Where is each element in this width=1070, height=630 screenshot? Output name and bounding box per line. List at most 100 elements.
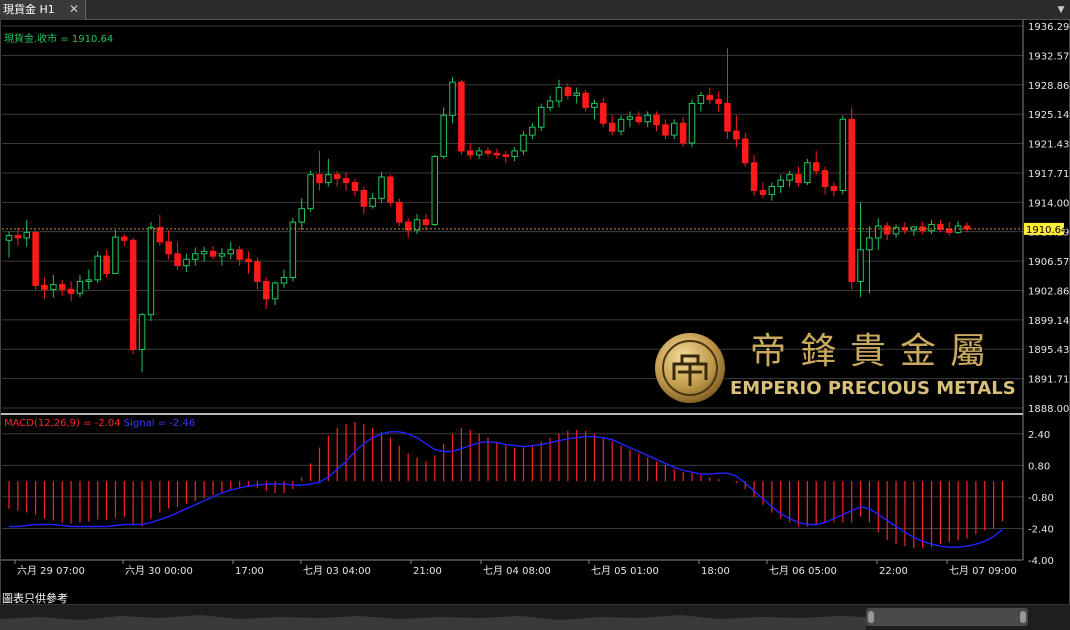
candle-body [325,174,332,184]
candle-body [821,170,829,188]
candle-body [342,178,350,184]
candle-body [928,223,935,232]
candle-body [85,279,93,282]
candle-body [58,284,66,290]
macd-legend-label: MACD(12,26,9) = -2.04 [4,418,121,429]
candle-body [271,282,279,300]
candle-body [573,92,580,97]
dropdown-arrow-icon[interactable]: ▼ [1054,2,1068,18]
candle-body [76,280,84,294]
price-tick-label: 1895.43 [1028,345,1069,356]
macd-tick-label: 2.40 [1028,430,1050,441]
candle-body [804,162,811,184]
macd-tick-label: -4.00 [1028,556,1054,567]
candle-body [147,227,155,316]
candle-body [103,255,110,275]
candle-body [440,114,447,157]
candle-body [520,134,527,152]
candle-body [511,150,518,157]
candle-body [129,239,137,350]
candle-body [671,122,678,136]
candle-body [360,189,368,207]
candle-body [227,249,235,255]
macd-legend: MACD(12,26,9) = -2.04 Signal = -2.46 [4,418,195,429]
brand-emblem-icon [655,333,725,403]
signal-legend-label: Signal = -2.46 [123,418,196,429]
candle-body [750,162,758,191]
candle-body [848,118,855,282]
candle-body [839,118,847,191]
time-tick-label: 七月 07 09:00 [949,565,1017,577]
candle-body [946,228,953,233]
macd-tick-label: -0.80 [1028,493,1054,504]
candle-body [431,155,439,225]
candle-body [857,249,864,282]
current-price-label: 1910.64 [1026,225,1067,236]
tab-bar: 現貨金 H1 ✕ ▼ [0,0,1070,20]
candle-body [236,249,243,260]
candle-body [475,150,483,156]
brand-logo: 帝鋒貴金屬 EMPERIO PRECIOUS METALS [652,330,1022,406]
macd-tick-label: 0.80 [1028,461,1050,472]
time-tick-label: 七月 05 01:00 [591,565,659,577]
brand-name-cn: 帝鋒貴金屬 [750,331,1001,372]
candle-body [14,235,22,239]
candle-body [174,253,181,267]
price-tick-label: 1899.14 [1028,316,1069,327]
candle-body [165,241,172,255]
price-tick-label: 1888.00 [1028,404,1069,415]
candle-body [812,162,820,172]
candle-body [192,253,199,260]
price-tick-label: 1936.29 [1028,22,1069,33]
candle-body [608,122,616,132]
candle-body [280,276,288,284]
candle-body [422,219,430,225]
candle-body [121,236,128,241]
candle-body [617,118,625,132]
candle-body [245,258,252,263]
candle-body [866,237,873,251]
macd-panel [8,421,1004,549]
candle-body [555,87,563,102]
candle-body [830,186,838,191]
candle-body [316,174,323,184]
candle-body [546,100,554,108]
chart-tab[interactable]: 現貨金 H1 ✕ [0,0,86,20]
candle-body [5,235,13,241]
candle-body [600,102,607,124]
candle-body [644,114,651,123]
candle-body [484,150,492,154]
candle-body [529,126,536,136]
price-tick-label: 1914.00 [1028,198,1069,209]
candle-body [688,102,696,144]
time-tick-label: 21:00 [413,566,442,577]
candle-body [777,179,784,188]
chart-area[interactable]: 1936.29 1932.57 1928.86 1925.14 1921.43 1917.… [0,20,1070,610]
time-tick-label: 22:00 [879,566,908,577]
candle-body [378,176,385,199]
candle-body [467,150,474,156]
candle-body [289,221,297,278]
candle-body [706,95,714,100]
candle-body [741,138,749,164]
candle-body [67,288,75,294]
scrollbar-left-handle[interactable] [868,611,874,623]
candle-body [493,152,501,156]
price-tick-label: 1906.57 [1028,257,1069,268]
scrollbar-thumb[interactable] [866,608,1028,626]
chart-svg: 1936.29 1932.57 1928.86 1925.14 1921.43 1917.… [1,20,1069,577]
candle-body [351,182,359,191]
candle-body [254,261,261,282]
candle-body [218,253,226,257]
candle-body [564,87,572,97]
close-icon[interactable]: ✕ [66,1,82,17]
brand-name-en: EMPERIO PRECIOUS METALS [730,378,1016,399]
time-tick-label: 七月 04 08:00 [483,565,551,577]
candle-body [138,314,146,350]
candle-body [502,154,509,157]
price-tick-label: 1932.57 [1028,51,1069,62]
scrollbar-right-handle[interactable] [1020,611,1026,623]
candle-body [768,186,776,195]
candle-body [112,236,119,275]
chart-tab-title: 現貨金 H1 [3,3,55,16]
